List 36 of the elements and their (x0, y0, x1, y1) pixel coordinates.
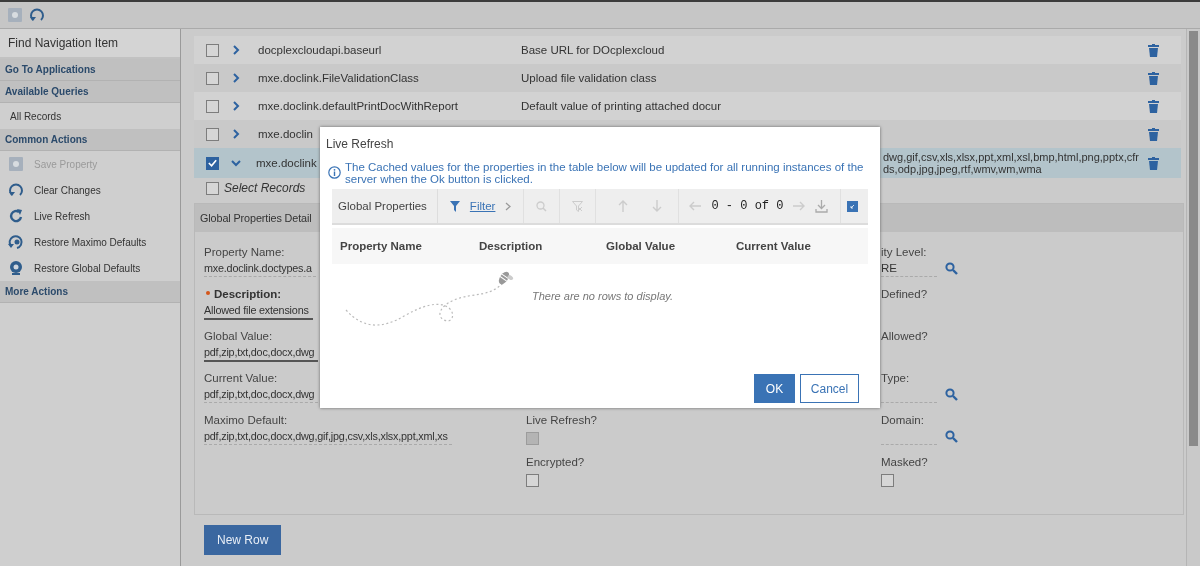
empty-message: There are no rows to display. (532, 290, 674, 302)
description-cell: dwg,gif,csv,xls,xlsx,ppt,xml,xsl,bmp,html,png,pptx,cfr ds,odp,jpg,jpeg,rtf,wmv,wm,wma (883, 151, 1139, 175)
section-header: Go To Applications (0, 59, 180, 81)
field-label: Maximo Default: (204, 413, 288, 428)
select-records-label: Select Records (224, 181, 306, 195)
field-label: Type: (881, 371, 910, 386)
field-value: pdf,zip,txt,doc,docx,dwg,gif,jpg,csv,xls,xlsx,ppt,xml,xs (204, 428, 452, 445)
section-header: Available Queries (0, 81, 180, 103)
field-label: Defined? (881, 287, 928, 302)
property-name-cell: mxe.doclin (258, 128, 313, 140)
field-label: Live Refresh? (526, 413, 597, 428)
info-message: The Cached values for the properties in the table below will be updated for all running instances of the server when the Ok button is clicked. (345, 162, 865, 185)
description-cell: Upload file validation class (521, 72, 657, 84)
property-name-cell: mxe.doclink (256, 157, 317, 169)
property-name-cell: mxe.doclink.defaultPrintDocWithReport (258, 100, 459, 112)
panel-title: Global Properties Detail (200, 212, 312, 224)
description-cell: Default value of printing attached docur (521, 100, 722, 112)
field-label: Current Value: (204, 371, 278, 386)
section-header: Common Actions (0, 129, 180, 151)
section-header: More Actions (0, 281, 180, 303)
field-label: Allowed? (881, 329, 928, 344)
field-label: Encrypted? (526, 455, 585, 470)
property-name-cell: docplexcloudapi.baseurl (258, 44, 382, 56)
property-name-cell: mxe.doclink.FileValidationClass (258, 72, 419, 84)
table-title: Global Properties (332, 189, 438, 223)
field-label: Property Name: (204, 245, 285, 260)
description-cell: Base URL for DOcplexcloud (521, 44, 665, 56)
field-value: mxe.doclink.doctypes.a (204, 260, 316, 277)
field-label: Global Value: (204, 329, 273, 344)
field-label: Domain: (881, 413, 924, 428)
dialog-title: Live Refresh (326, 137, 395, 151)
field-label: Masked? (881, 455, 928, 470)
field-value: pdf,zip,txt,doc,docx,dwg (204, 386, 319, 403)
field-label: ity Level: (881, 245, 927, 260)
field-label: Description: (204, 287, 282, 302)
page-info: 0 - 0 of 0 (711, 199, 784, 213)
